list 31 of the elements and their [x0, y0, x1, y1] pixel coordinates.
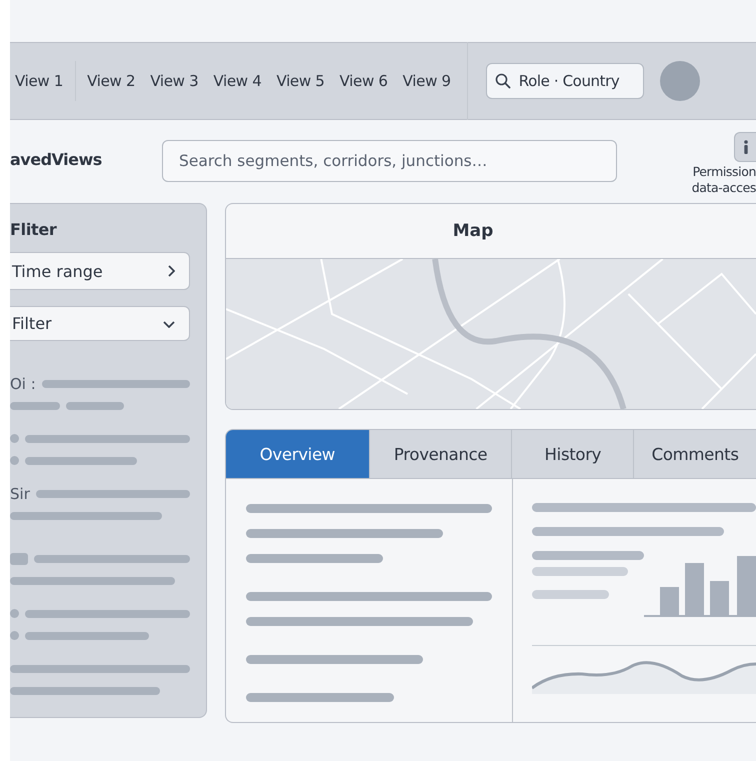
detail-tab[interactable]: Overview [226, 430, 370, 478]
search-icon [494, 73, 511, 89]
chevron-right-icon [167, 265, 175, 277]
bullet-dot [10, 434, 19, 443]
view-tab[interactable]: View 5 [276, 68, 325, 94]
role-search-field[interactable]: Role · Country [486, 63, 644, 99]
placeholder-bar [66, 402, 124, 410]
placeholder-bar [10, 402, 60, 410]
filter-label: Oi : [10, 374, 36, 392]
chevron-down-icon [163, 320, 175, 328]
filter-label: Sir [10, 484, 30, 502]
view-tab[interactable]: View 1 [15, 68, 64, 94]
view-tab[interactable]: View 3 [150, 68, 198, 94]
view-tab[interactable]: View 4 [213, 68, 262, 94]
saved-views-title: avedViews [10, 149, 103, 169]
view-tab[interactable]: View 6 [340, 68, 388, 94]
map-title: Map [452, 221, 494, 241]
info-button[interactable] [734, 132, 756, 162]
permission-note: Permission [692, 164, 756, 180]
bullet-dot [10, 456, 19, 465]
permission-note: data-acces [692, 180, 756, 196]
view-tab[interactable]: View 9 [402, 68, 451, 94]
view-tab[interactable]: View 2 [87, 68, 136, 94]
time-range-selector[interactable]: Time range [10, 252, 190, 290]
filter-title: Fliter [10, 220, 58, 239]
bullet-dot [10, 631, 19, 640]
search-field[interactable]: Search segments, corridors, junctions… [162, 140, 617, 182]
bullet-dot [10, 609, 19, 618]
info-icon [742, 140, 748, 154]
chip-icon [10, 552, 28, 564]
filter-dropdown[interactable]: Filter [10, 306, 190, 341]
